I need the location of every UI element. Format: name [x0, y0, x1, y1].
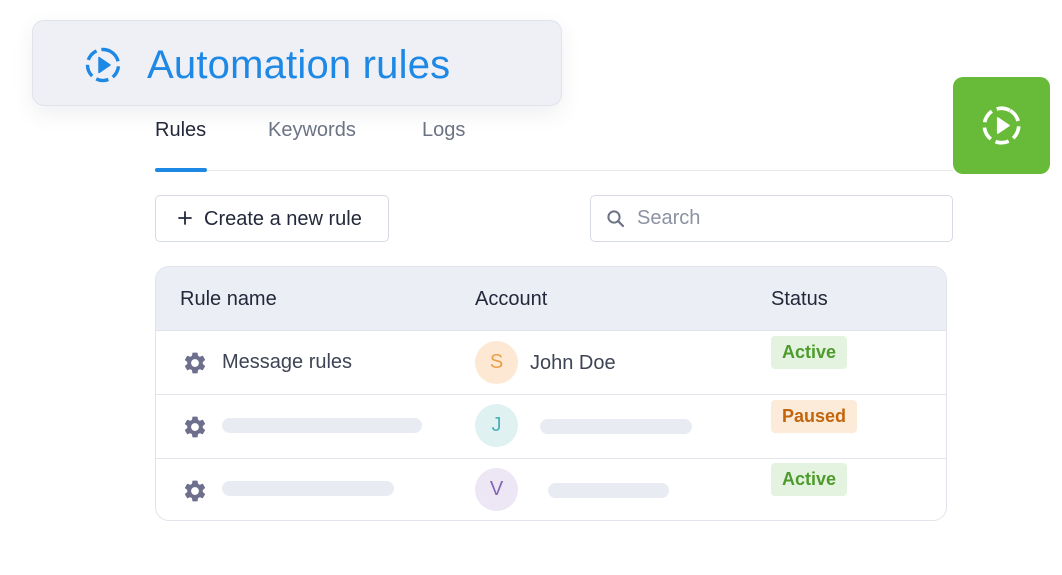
- status-badge: Active: [771, 336, 848, 369]
- gear-icon: [184, 416, 206, 438]
- account-name-placeholder: [540, 419, 692, 434]
- column-header-account[interactable]: Account: [475, 287, 547, 311]
- gear-icon: [184, 480, 206, 502]
- avatar: S: [475, 341, 518, 384]
- column-header-status[interactable]: Status: [771, 287, 828, 311]
- column-header-rule-name[interactable]: Rule name: [180, 287, 277, 311]
- table-header: Rule name Account Status: [156, 267, 946, 331]
- rule-name: Message rules: [222, 351, 353, 373]
- table-row[interactable]: Message rules S John Doe Active: [156, 330, 946, 395]
- search-input[interactable]: [637, 204, 937, 232]
- rule-name-placeholder: [222, 481, 394, 496]
- status-badge: Active: [771, 463, 848, 496]
- create-rule-button[interactable]: Create a new rule: [155, 195, 389, 242]
- tab-logs[interactable]: Logs: [422, 118, 465, 142]
- gear-icon: [184, 352, 206, 374]
- table-row[interactable]: J Paused: [156, 394, 946, 459]
- run-automation-button[interactable]: [953, 77, 1050, 174]
- account-name-placeholder: [548, 483, 669, 498]
- tab-bar: Rules Keywords Logs: [155, 112, 953, 172]
- rule-name-placeholder: [222, 418, 422, 433]
- search-box[interactable]: [590, 195, 953, 242]
- play-circle-dashed-icon: [85, 47, 121, 83]
- page-header: Automation rules: [32, 20, 562, 106]
- account-name: John Doe: [530, 352, 616, 374]
- page-title: Automation rules: [147, 43, 451, 87]
- avatar: V: [475, 468, 518, 511]
- table-row[interactable]: V Active: [156, 458, 946, 520]
- avatar: J: [475, 404, 518, 447]
- plus-icon: [178, 211, 192, 225]
- active-tab-indicator: [155, 167, 207, 172]
- tab-rules[interactable]: Rules: [155, 118, 206, 142]
- status-badge: Paused: [771, 400, 858, 433]
- create-rule-label: Create a new rule: [204, 208, 362, 230]
- rules-table: Rule name Account Status Message rules S…: [155, 266, 947, 521]
- play-circle-dashed-icon: [982, 106, 1021, 145]
- search-icon: [607, 210, 625, 228]
- tab-keywords[interactable]: Keywords: [268, 118, 356, 142]
